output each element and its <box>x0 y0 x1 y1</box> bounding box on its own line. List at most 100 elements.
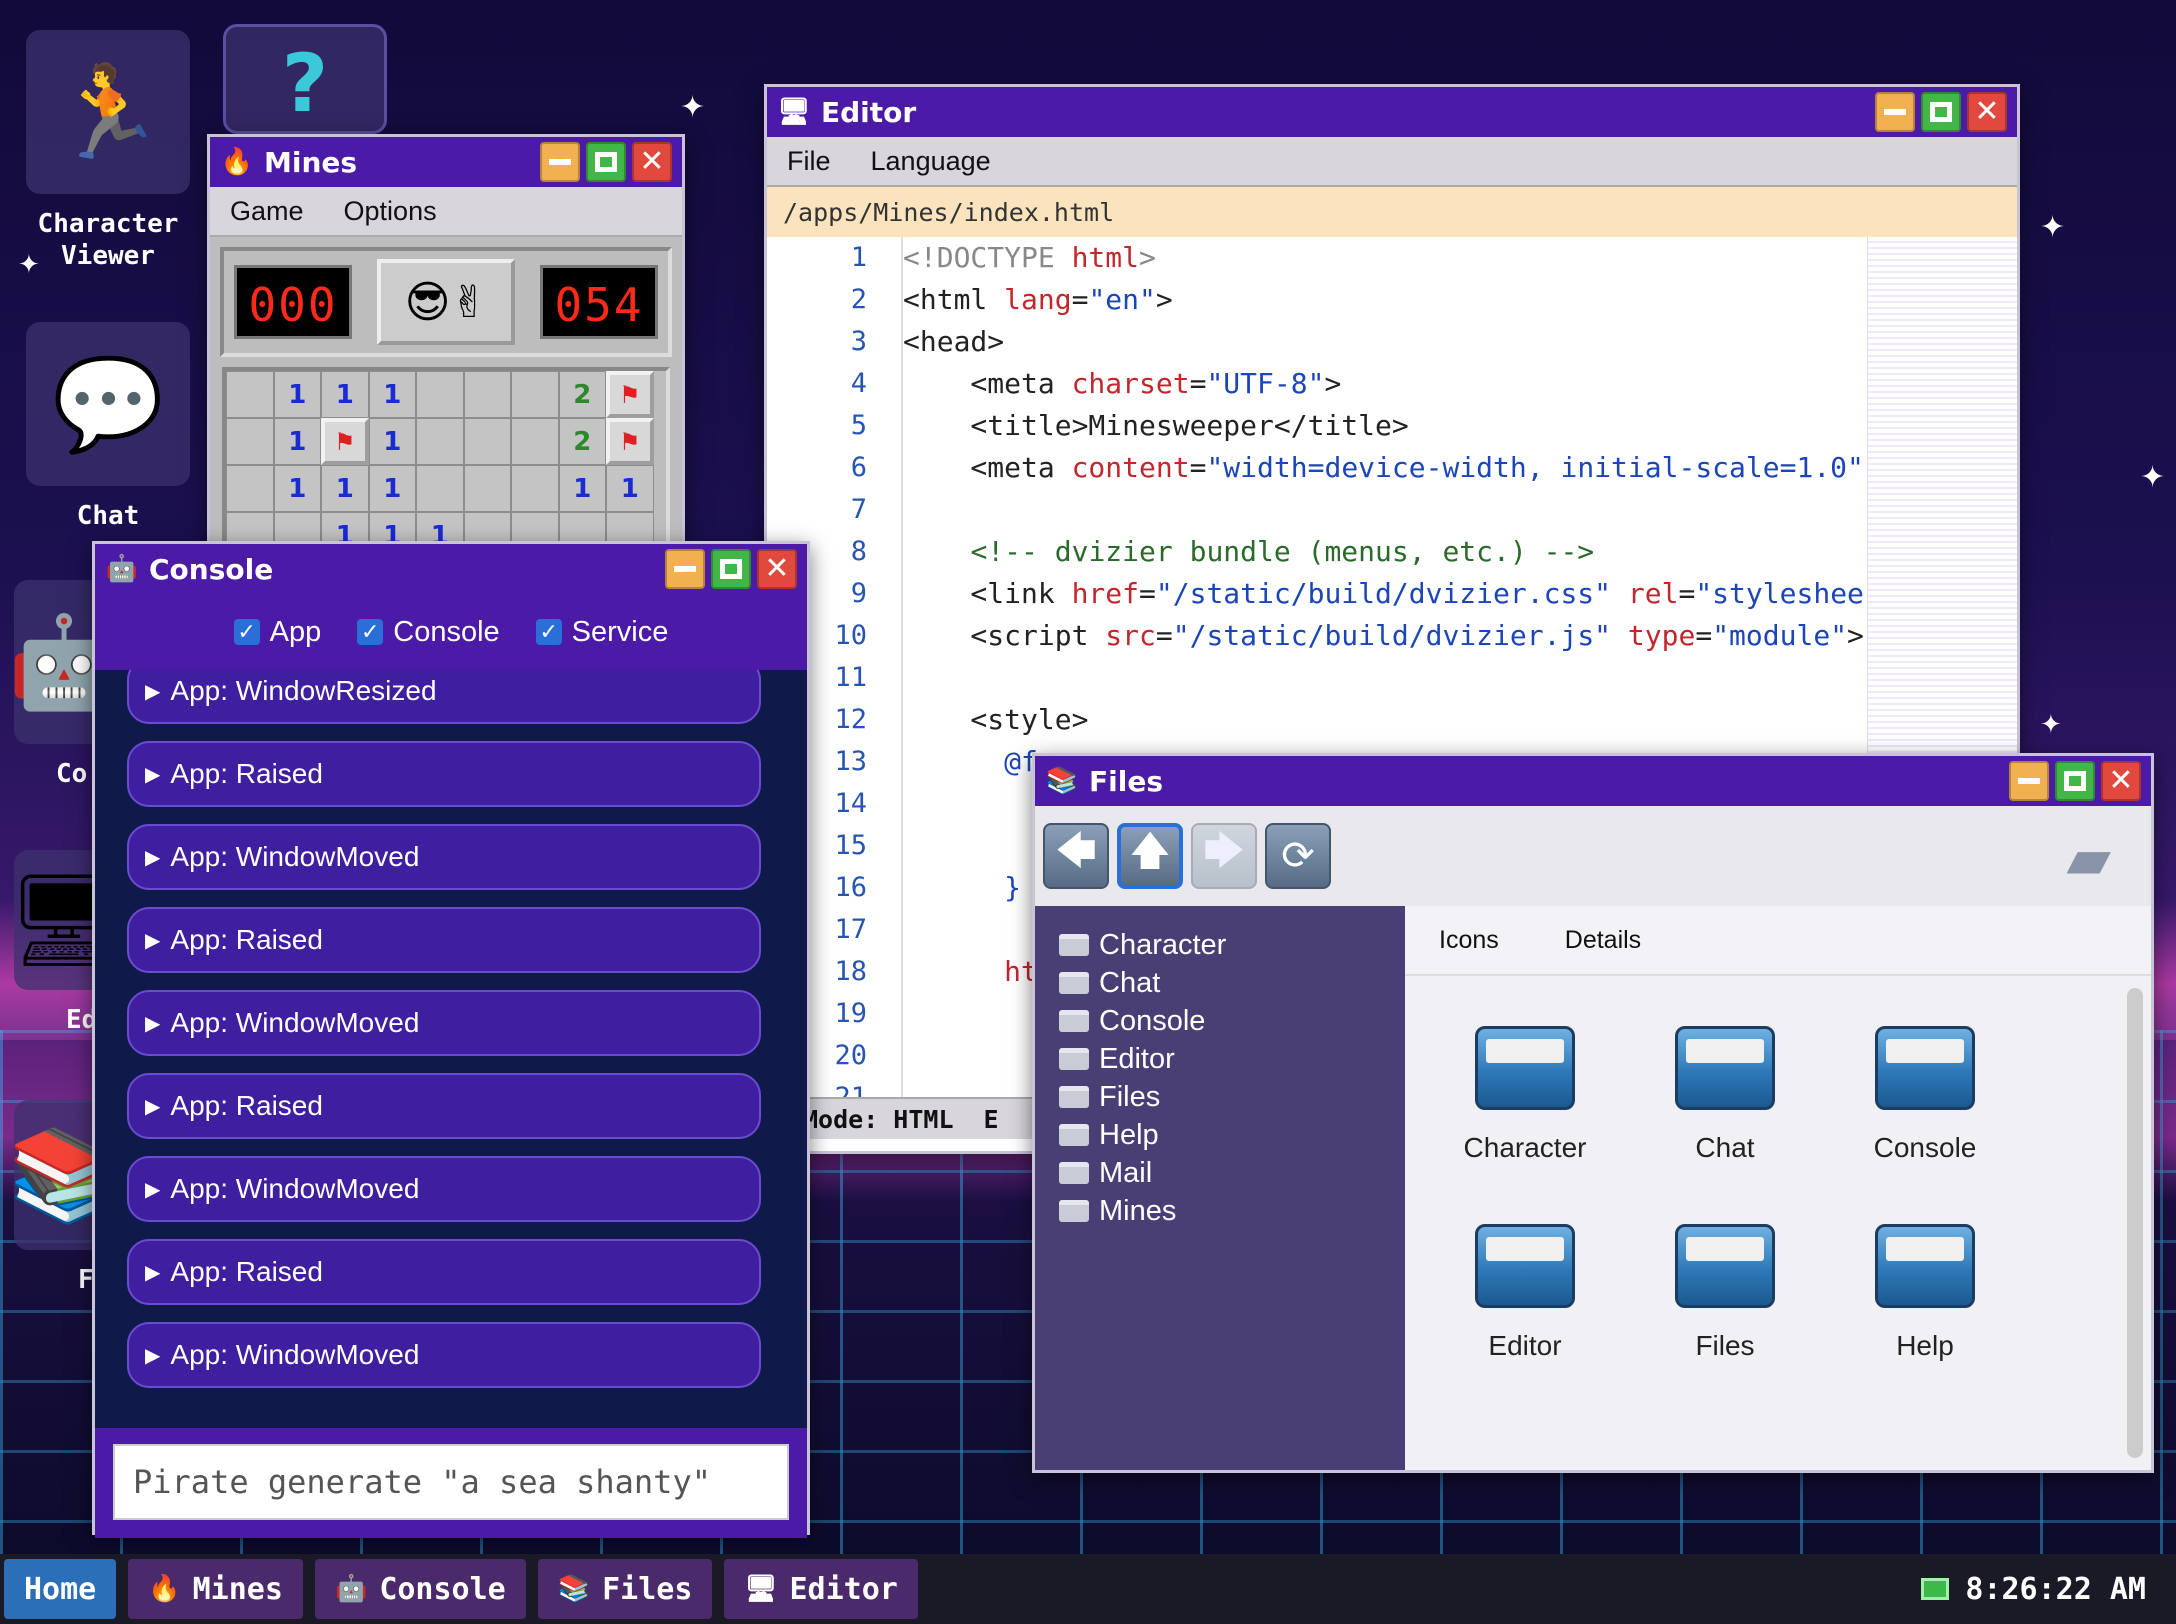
tree-item[interactable]: Editor <box>1035 1040 1405 1078</box>
checkbox-checked-icon[interactable]: ✓ <box>357 619 384 645</box>
mine-cell[interactable] <box>511 371 559 418</box>
tree-item[interactable]: Help <box>1035 1116 1405 1154</box>
filter-service[interactable]: ✓ Service <box>535 616 668 649</box>
taskbar-item-editor[interactable]: 🖥 Editor <box>724 1559 918 1619</box>
tree-item[interactable]: Files <box>1035 1078 1405 1116</box>
event-item[interactable]: ▶ App: Raised <box>127 1239 761 1305</box>
mine-cell[interactable]: ⚑ <box>606 371 654 418</box>
close-button[interactable]: ✕ <box>2101 761 2141 801</box>
mine-cell[interactable]: 1 <box>321 465 369 512</box>
close-button[interactable]: ✕ <box>1967 92 2007 132</box>
folder-item[interactable]: Editor <box>1425 1224 1625 1362</box>
folder-item[interactable]: Chat <box>1625 1026 1825 1164</box>
folder-item[interactable]: Help <box>1825 1224 2025 1362</box>
back-button[interactable]: 🡄 <box>1043 823 1109 889</box>
mine-cell[interactable]: ⚑ <box>606 418 654 465</box>
files-titlebar[interactable]: 📚 Files ✕ <box>1035 756 2151 806</box>
desktop-icon-chat[interactable]: 💬 Chat <box>23 322 193 532</box>
tab-icons[interactable]: Icons <box>1439 926 1499 955</box>
checkbox-checked-icon[interactable]: ✓ <box>233 619 260 645</box>
mine-cell[interactable]: 2 <box>558 418 606 465</box>
mine-cell[interactable] <box>463 465 511 512</box>
folder-tree[interactable]: Character Chat Console Editor Files Help Mail M… <box>1035 906 1405 1470</box>
home-button[interactable]: Home <box>4 1559 117 1619</box>
mine-cell[interactable] <box>511 465 559 512</box>
menu-file[interactable]: File <box>787 146 831 177</box>
event-item[interactable]: ▶ App: Raised <box>127 907 761 973</box>
reset-face-button[interactable]: 😎✌ <box>377 259 515 345</box>
minimize-button[interactable] <box>540 142 580 182</box>
monitor-icon[interactable] <box>1921 1578 1950 1600</box>
mine-cell[interactable]: 1 <box>368 418 416 465</box>
console-window[interactable]: 🤖 Console ✕ ✓ App ✓ Console ✓ Service ▶ App:… <box>92 541 810 1538</box>
event-item[interactable]: ▶ App: WindowMoved <box>127 990 761 1056</box>
tree-item[interactable]: Console <box>1035 1002 1405 1040</box>
folder-item[interactable]: Files <box>1625 1224 1825 1362</box>
folder-item[interactable]: Console <box>1825 1026 2025 1164</box>
tree-item[interactable]: Mines <box>1035 1192 1405 1230</box>
taskbar-item-files[interactable]: 📚 Files <box>537 1559 713 1619</box>
minimize-button[interactable] <box>2009 761 2049 801</box>
mine-cell[interactable] <box>416 465 464 512</box>
minimize-button[interactable] <box>1875 92 1915 132</box>
scrollbar[interactable] <box>2127 988 2143 1458</box>
maximize-button[interactable] <box>2055 761 2095 801</box>
tree-item[interactable]: Character <box>1035 926 1405 964</box>
event-item[interactable]: ▶ App: WindowResized <box>127 670 761 724</box>
event-item[interactable]: ▶ App: WindowMoved <box>127 824 761 890</box>
mine-cell[interactable]: 2 <box>558 371 606 418</box>
desktop-icon-character-viewer[interactable]: 🏃 Character Viewer <box>23 30 193 272</box>
mine-cell[interactable]: 1 <box>273 418 321 465</box>
maximize-button[interactable] <box>586 142 626 182</box>
mine-cell[interactable]: 1 <box>368 371 416 418</box>
mine-cell[interactable]: 1 <box>368 465 416 512</box>
mine-cell[interactable]: ⚑ <box>321 418 369 465</box>
console-event-list[interactable]: ▶ App: WindowResized ▶ App: Raised ▶ App: Win… <box>95 670 807 1428</box>
menu-game[interactable]: Game <box>230 196 304 227</box>
event-item[interactable]: ▶ App: Raised <box>127 1073 761 1139</box>
forward-button[interactable]: 🡆 <box>1191 823 1257 889</box>
mine-cell[interactable] <box>226 371 274 418</box>
mine-cell[interactable]: 1 <box>321 371 369 418</box>
maximize-button[interactable] <box>711 549 751 589</box>
close-button[interactable]: ✕ <box>632 142 672 182</box>
refresh-button[interactable]: ⟳ <box>1265 823 1331 889</box>
tree-item[interactable]: Chat <box>1035 964 1405 1002</box>
mines-window[interactable]: 🔥 Mines ✕ Game Options 000 😎✌ 054 1 1 1 2 ⚑ 1… <box>207 134 685 563</box>
up-button[interactable]: 🡅 <box>1117 823 1183 889</box>
mine-cell[interactable]: 1 <box>273 371 321 418</box>
console-titlebar[interactable]: 🤖 Console ✕ <box>95 544 807 594</box>
mine-cell[interactable]: 1 <box>273 465 321 512</box>
mine-cell[interactable] <box>463 371 511 418</box>
taskbar-item-mines[interactable]: 🔥 Mines <box>128 1559 303 1619</box>
mine-cell[interactable] <box>416 418 464 465</box>
mine-cell[interactable]: 1 <box>558 465 606 512</box>
tab-details[interactable]: Details <box>1565 926 1641 955</box>
tree-item[interactable]: Mail <box>1035 1154 1405 1192</box>
mine-cell[interactable] <box>226 418 274 465</box>
mine-cell[interactable] <box>226 465 274 512</box>
event-item[interactable]: ▶ App: WindowMoved <box>127 1156 761 1222</box>
mine-cell[interactable] <box>416 371 464 418</box>
checkbox-checked-icon[interactable]: ✓ <box>535 619 562 645</box>
close-button[interactable]: ✕ <box>757 549 797 589</box>
taskbar-item-console[interactable]: 🤖 Console <box>314 1559 526 1619</box>
menu-options[interactable]: Options <box>344 196 437 227</box>
mine-cell[interactable] <box>463 418 511 465</box>
editor-titlebar[interactable]: 🖥 Editor ✕ <box>767 87 2017 137</box>
console-command-input[interactable] <box>113 1444 789 1520</box>
mines-titlebar[interactable]: 🔥 Mines ✕ <box>210 137 682 187</box>
files-content[interactable]: Icons Details Character Chat Console Editor… <box>1405 906 2151 1470</box>
minimize-button[interactable] <box>665 549 705 589</box>
event-item[interactable]: ▶ App: WindowMoved <box>127 1322 761 1388</box>
mine-cell[interactable] <box>511 418 559 465</box>
desktop-icon-help[interactable]: ? <box>220 24 390 134</box>
filter-app[interactable]: ✓ App <box>233 616 321 649</box>
menu-language[interactable]: Language <box>871 146 991 177</box>
mines-board[interactable]: 1 1 1 2 ⚑ 1 ⚑ 1 2 ⚑ 1 1 1 1 1 1 1 1 <box>222 367 670 563</box>
event-item[interactable]: ▶ App: Raised <box>127 741 761 807</box>
files-window[interactable]: 📚 Files ✕ 🡄 🡅 🡆 ⟳ ▰ Character Chat Console… <box>1032 753 2154 1473</box>
filter-console[interactable]: ✓ Console <box>357 616 500 649</box>
mine-cell[interactable]: 1 <box>606 465 654 512</box>
maximize-button[interactable] <box>1921 92 1961 132</box>
